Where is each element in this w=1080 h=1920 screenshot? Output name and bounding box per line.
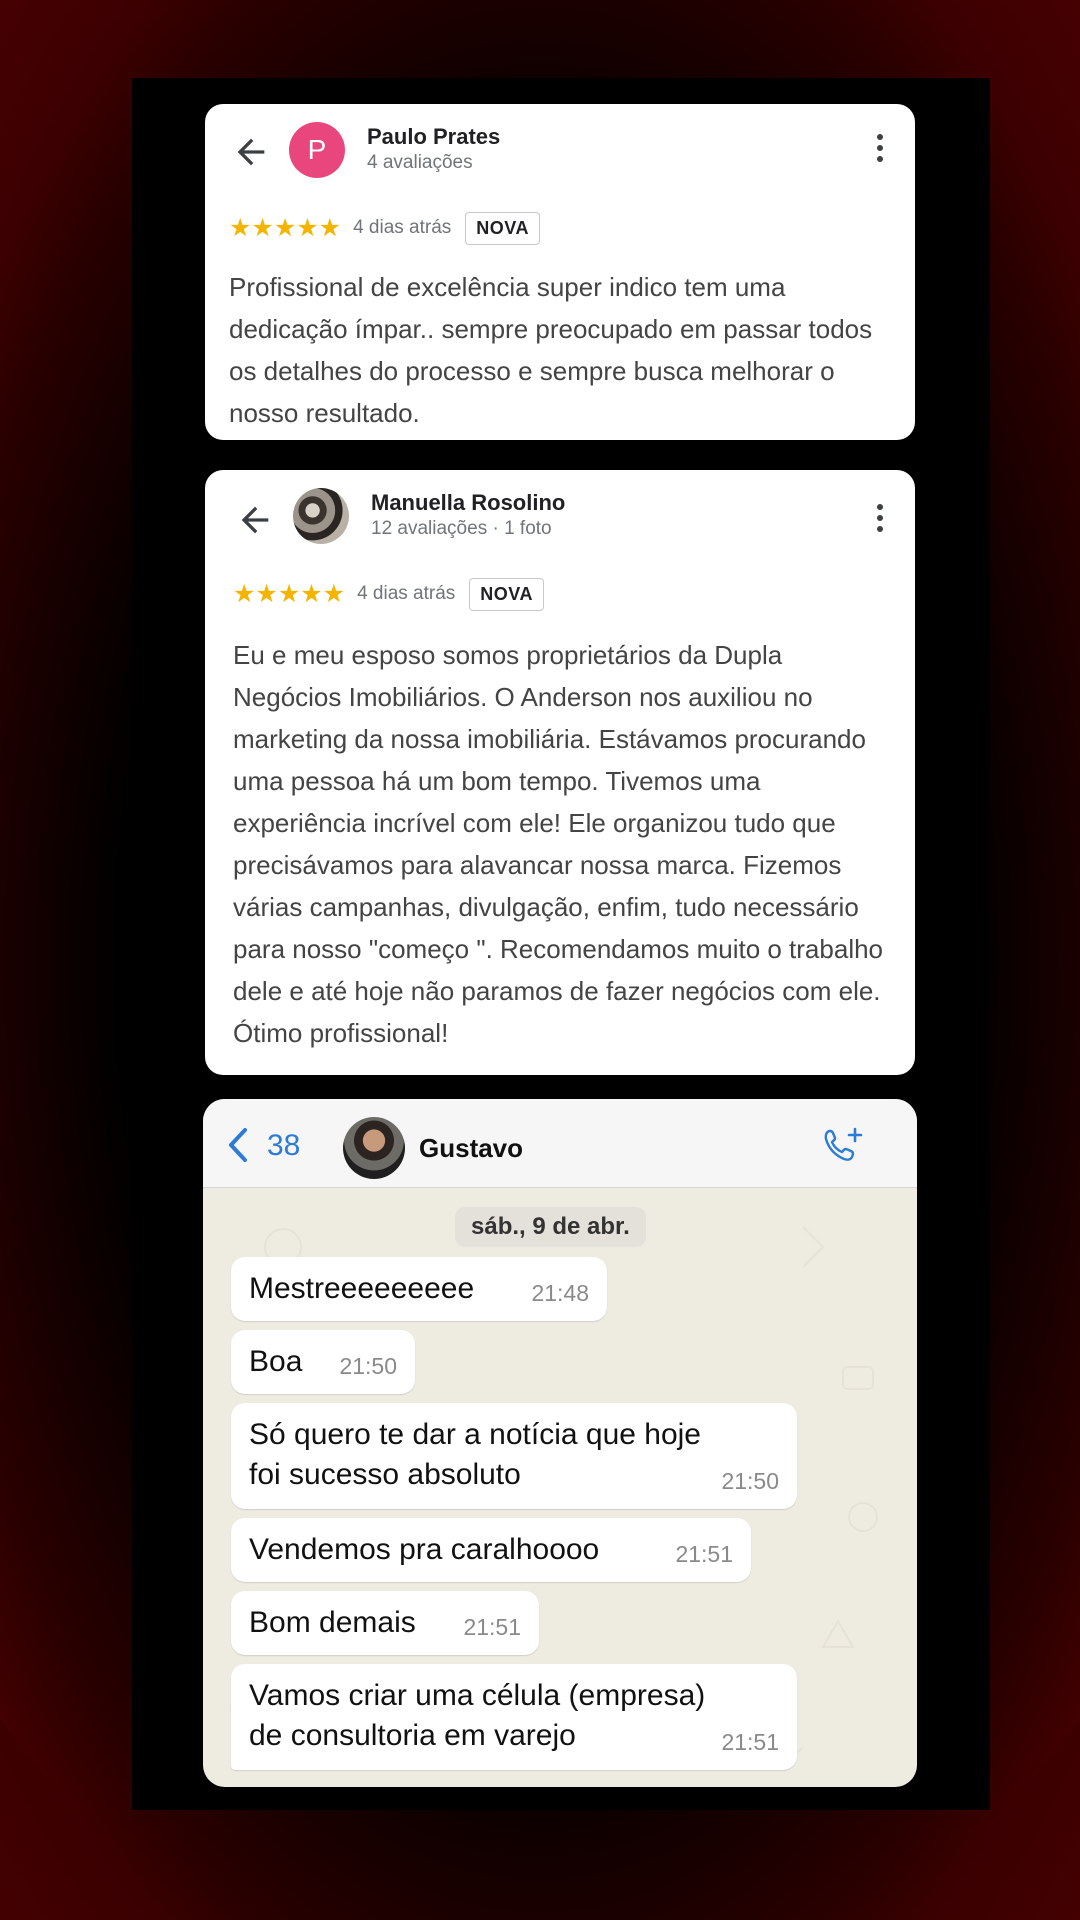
review-date: 4 dias atrás (357, 583, 456, 604)
message-text: Vamos criar uma célula (empresa) de cons… (249, 1679, 706, 1752)
contact-name[interactable]: Gustavo (419, 1133, 523, 1164)
chat-header: 38 Gustavo (203, 1099, 917, 1188)
review-date: 4 dias atrás (353, 217, 452, 238)
message-bubble[interactable]: Boa 21:50 (231, 1330, 415, 1394)
avatar[interactable] (293, 488, 349, 544)
message-time: 21:51 (721, 1729, 779, 1755)
message-time: 21:50 (721, 1468, 779, 1494)
star-rating-icon: ★★★★★ (229, 214, 342, 242)
unread-count[interactable]: 38 (267, 1129, 300, 1163)
message-time: 21:48 (531, 1280, 589, 1306)
new-badge: NOVA (469, 577, 544, 611)
more-options-icon[interactable] (875, 134, 885, 168)
message-text: Bom demais (249, 1606, 416, 1639)
reviewer-name[interactable]: Manuella Rosolino (371, 490, 565, 516)
whatsapp-chat: 38 Gustavo sáb., 9 de abr. Mestreeeeeeee… (203, 1099, 917, 1787)
review-header: Manuella Rosolino 12 avaliações · 1 foto (205, 470, 915, 570)
more-options-icon[interactable] (875, 504, 885, 538)
reviewer-review-count: 12 avaliações · 1 foto (371, 518, 552, 539)
date-divider: sáb., 9 de abr. (455, 1207, 646, 1247)
message-bubble[interactable]: Vendemos pra caralhoooo 21:51 (231, 1518, 751, 1582)
review-text: Profissional de excelência super indico … (229, 272, 873, 428)
contact-avatar[interactable] (343, 1117, 405, 1179)
message-time: 21:51 (675, 1541, 733, 1567)
background-corner-top-left (0, 0, 140, 260)
reviewer-name[interactable]: Paulo Prates (367, 124, 500, 150)
review-header: P Paulo Prates 4 avaliações (205, 104, 915, 204)
message-bubble[interactable]: Vamos criar uma célula (empresa) de cons… (231, 1664, 797, 1770)
review-card-manuella: Manuella Rosolino 12 avaliações · 1 foto… (205, 470, 915, 1075)
message-text: Mestreeeeeeeee (249, 1272, 475, 1305)
message-bubble[interactable]: Só quero te dar a notícia que hoje foi s… (231, 1403, 797, 1509)
message-text: Só quero te dar a notícia que hoje foi s… (249, 1418, 701, 1491)
avatar[interactable]: P (289, 122, 345, 178)
reviewer-review-count: 4 avaliações (367, 152, 473, 173)
rating-row: ★★★★★ 4 dias atrás NOVA (233, 576, 544, 612)
message-bubble[interactable]: Bom demais 21:51 (231, 1591, 539, 1655)
star-rating-icon: ★★★★★ (233, 580, 346, 608)
back-arrow-icon[interactable] (231, 132, 271, 172)
message-time: 21:50 (339, 1353, 397, 1379)
message-text: Boa (249, 1345, 303, 1378)
back-arrow-icon[interactable] (235, 500, 275, 540)
chevron-left-icon[interactable] (223, 1127, 253, 1163)
message-text: Vendemos pra caralhoooo (249, 1533, 600, 1566)
review-card-paulo: P Paulo Prates 4 avaliações ★★★★★ 4 dias… (205, 104, 915, 440)
message-time: 21:51 (463, 1614, 521, 1640)
message-bubble[interactable]: Mestreeeeeeeee 21:48 (231, 1257, 607, 1321)
rating-row: ★★★★★ 4 dias atrás NOVA (229, 210, 540, 246)
new-badge: NOVA (465, 211, 540, 245)
add-call-icon[interactable] (821, 1125, 865, 1165)
review-text: Eu e meu esposo somos proprietários da D… (233, 640, 884, 1048)
